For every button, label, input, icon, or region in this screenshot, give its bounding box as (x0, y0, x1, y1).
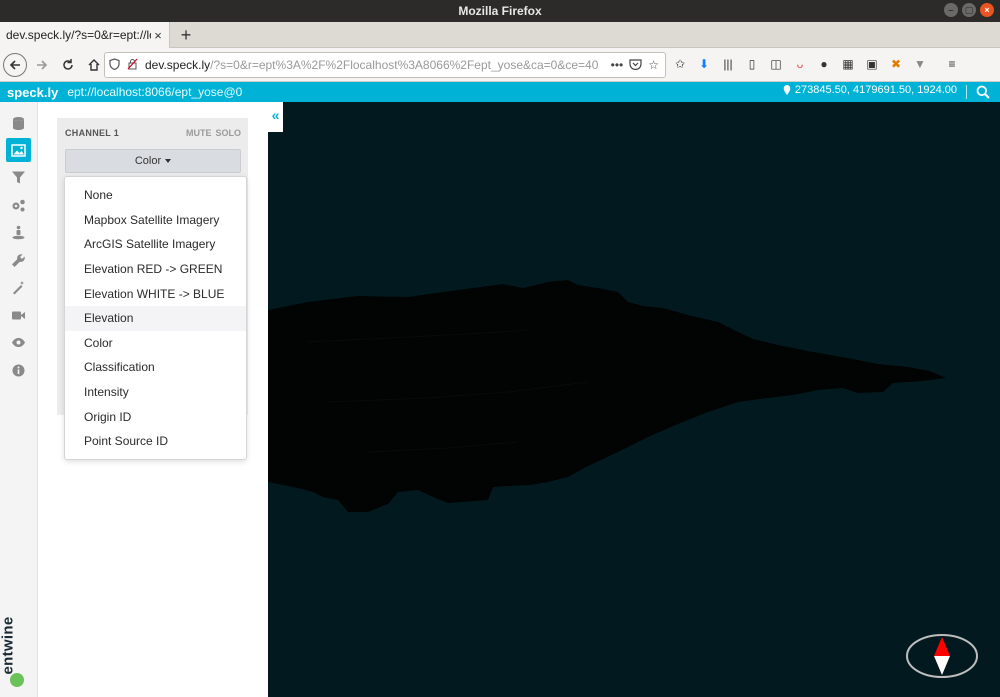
menu-item-arcgis-satellite[interactable]: ArcGIS Satellite Imagery (65, 232, 246, 257)
search-icon[interactable] (976, 85, 990, 99)
menu-item-intensity[interactable]: Intensity (65, 380, 246, 405)
point-cloud-terrain (268, 280, 946, 512)
rail-item-settings[interactable] (6, 193, 31, 217)
insecure-lock-icon[interactable] (123, 58, 141, 73)
extension-colorful-icon[interactable]: ᴗ (792, 56, 808, 72)
map-marker-icon (783, 85, 791, 95)
point-cloud-viewport[interactable] (268, 102, 1000, 697)
arrow-left-icon (9, 59, 20, 70)
rail-item-info[interactable] (6, 358, 31, 382)
menu-item-elevation[interactable]: Elevation (65, 305, 246, 331)
image-icon (11, 143, 26, 157)
filter-icon (12, 171, 25, 183)
coordinates-readout: 273845.50, 4179691.50, 1924.00 (783, 84, 957, 96)
info-icon (12, 364, 25, 376)
extension-selenium-icon[interactable]: ▣ (864, 56, 880, 72)
account-icon[interactable]: ● (816, 56, 832, 72)
cogs-icon (12, 199, 25, 211)
entwine-logo-icon (10, 673, 24, 687)
close-tab-icon[interactable]: × (151, 28, 165, 43)
library-icon[interactable]: ||| (720, 56, 736, 72)
home-button[interactable] (83, 54, 105, 76)
menu-item-mapbox-satellite[interactable]: Mapbox Satellite Imagery (65, 208, 246, 233)
compass-icon[interactable] (905, 633, 979, 679)
url-bar[interactable]: dev.speck.ly/?s=0&r=ept%3A%2F%2Flocalhos… (104, 52, 666, 78)
rail-item-resources[interactable] (6, 111, 31, 135)
reload-icon (63, 58, 73, 70)
url-path: /?s=0&r=ept%3A%2F%2Flocalhost%3A8066%2Fe… (210, 58, 599, 72)
forward-button[interactable] (31, 54, 53, 76)
page-actions-icon[interactable]: ••• (611, 58, 624, 73)
download-icon[interactable]: ⬇ (696, 56, 712, 72)
brand-logo[interactable]: speck.ly (0, 85, 58, 100)
rail-item-effects[interactable] (6, 275, 31, 299)
maximize-button[interactable]: ▢ (962, 3, 976, 17)
entwine-branding: entwine (0, 607, 33, 689)
menu-item-none[interactable]: None (65, 183, 246, 208)
reading-list-icon[interactable]: ✩ (672, 56, 688, 72)
back-button[interactable] (3, 52, 27, 77)
rail-item-tools[interactable] (6, 248, 31, 272)
rail-item-camera[interactable] (6, 303, 31, 327)
rail-item-view[interactable] (6, 220, 31, 244)
os-titlebar: Mozilla Firefox – ▢ × (0, 0, 1000, 22)
caret-down-icon (165, 159, 172, 163)
header-divider (966, 85, 967, 99)
bookmark-star-icon[interactable]: ☆ (648, 58, 659, 73)
close-window-button[interactable]: × (980, 3, 994, 17)
sidebar-rail: entwine (0, 102, 38, 697)
menu-item-elevation-red-green[interactable]: Elevation RED -> GREEN (65, 257, 246, 282)
solo-button[interactable]: SOLO (215, 128, 241, 138)
new-tab-button[interactable]: + (176, 24, 196, 46)
extension-vue-icon[interactable]: ▼ (912, 56, 928, 72)
street-view-icon (12, 225, 25, 239)
color-source-label: Color (134, 155, 162, 167)
collapse-panel-button[interactable]: « (268, 102, 283, 132)
rail-item-visibility[interactable] (6, 330, 31, 354)
point-cloud-render (268, 280, 946, 512)
menu-item-point-source-id[interactable]: Point Source ID (65, 429, 246, 454)
tab-title: dev.speck.ly/?s=0&r=ept://lo (6, 28, 151, 42)
extension-cross-icon[interactable]: ✖ (888, 56, 904, 72)
resource-path: ept://localhost:8066/ept_yose@0 (67, 85, 243, 99)
magic-icon (13, 280, 24, 294)
tab-strip: dev.speck.ly/?s=0&r=ept://lo × + (0, 22, 1000, 48)
window-controls: – ▢ × (944, 3, 994, 17)
rail-item-filter[interactable] (6, 165, 31, 189)
toolbar-extensions: ✩ ⬇ ||| ▯ ◫ ᴗ ● ▦ ▣ ✖ ▼ ≡ (672, 56, 960, 72)
eye-icon (12, 337, 25, 347)
window-title: Mozilla Firefox (458, 4, 542, 18)
coordinates-text: 273845.50, 4179691.50, 1924.00 (794, 84, 957, 96)
menu-item-classification[interactable]: Classification (65, 355, 246, 380)
wrench-icon (12, 253, 25, 267)
shield-icon[interactable] (105, 57, 123, 73)
minimize-button[interactable]: – (944, 3, 958, 17)
browser-tab[interactable]: dev.speck.ly/?s=0&r=ept://lo × (0, 22, 170, 48)
overflow-menu-icon[interactable]: ≡ (944, 56, 960, 72)
menu-item-elevation-white-blue[interactable]: Elevation WHITE -> BLUE (65, 281, 246, 306)
url-text[interactable]: dev.speck.ly/?s=0&r=ept%3A%2F%2Flocalhos… (141, 58, 611, 72)
menu-item-origin-id[interactable]: Origin ID (65, 404, 246, 429)
rail-item-coloring[interactable] (6, 138, 31, 162)
video-icon (12, 311, 25, 319)
pocket-icon[interactable] (629, 58, 642, 73)
navigation-toolbar: dev.speck.ly/?s=0&r=ept%3A%2F%2Flocalhos… (0, 48, 1000, 82)
sidebar-icon[interactable]: ▯ (744, 56, 760, 72)
menu-item-color[interactable]: Color (65, 331, 246, 356)
database-icon (13, 116, 24, 130)
channel-title: CHANNEL 1 (65, 128, 120, 138)
home-icon (88, 58, 100, 71)
url-domain: dev.speck.ly (145, 58, 211, 72)
color-source-dropdown-button[interactable]: Color (65, 149, 241, 173)
color-source-menu: None Mapbox Satellite Imagery ArcGIS Sat… (64, 176, 247, 460)
entwine-text: entwine (0, 616, 17, 675)
arrow-right-icon (37, 59, 48, 70)
extension-qr-icon[interactable]: ▦ (840, 56, 856, 72)
screenshot-icon[interactable]: ◫ (768, 56, 784, 72)
app-header: speck.ly ept://localhost:8066/ept_yose@0… (0, 82, 1000, 102)
reload-button[interactable] (57, 54, 79, 76)
mute-button[interactable]: MUTE (186, 128, 212, 138)
